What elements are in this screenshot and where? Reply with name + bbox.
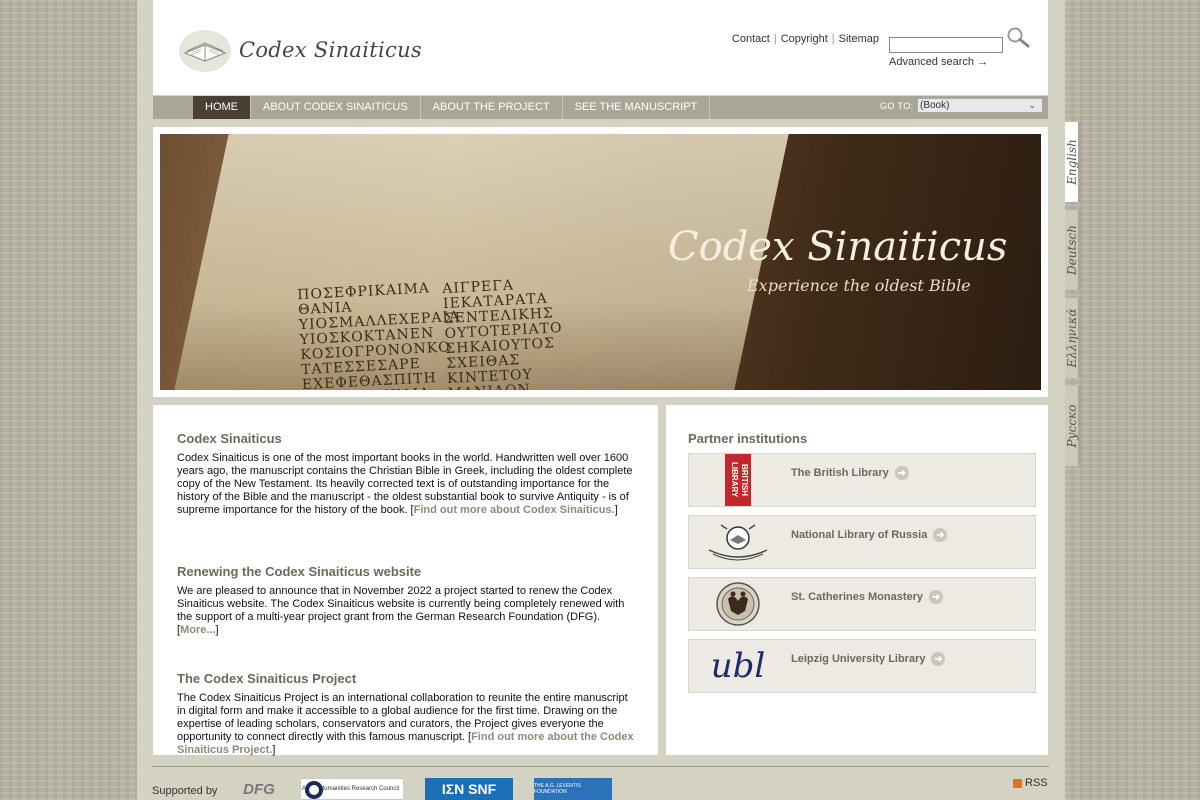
national-library-russia-logo bbox=[690, 517, 786, 567]
main-nav: HOME ABOUT CODEX SINAITICUS ABOUT THE PR… bbox=[153, 96, 1048, 119]
supported-by-label: Supported by bbox=[152, 785, 218, 797]
more-link[interactable]: More... bbox=[180, 624, 215, 636]
partner-name: National Library of Russia ➜ bbox=[791, 528, 948, 542]
arrow-right-icon: ➜ bbox=[933, 528, 948, 542]
partner-british-library[interactable]: BRITISH LIBRARY The British Library ➜ bbox=[688, 453, 1036, 507]
arrow-right-icon: ➜ bbox=[894, 466, 909, 480]
lang-label: English bbox=[1064, 139, 1079, 185]
goto-book-select[interactable]: (Book) ⌄ bbox=[917, 98, 1043, 113]
advanced-search-link[interactable]: Advanced search → bbox=[889, 56, 988, 68]
arrow-right-icon: → bbox=[977, 56, 989, 68]
header: Codex Sinaiticus Contact | Copyright | Sitem… bbox=[153, 0, 1048, 95]
banner-title: Codex Sinaiticus bbox=[668, 224, 1008, 270]
search-input[interactable] bbox=[889, 37, 1003, 53]
rss-label: RSS bbox=[1025, 777, 1048, 789]
greek-text-column: ΠΟΣΕΦΡΙΚΑΙΜΑ ΘΑΝΙΑ ΥΙΟΣΜΑΛΛΕΧΕΡΑΙΑ ΥΙΟΣΚΟΚΤ… bbox=[297, 280, 464, 390]
section-body: Codex Sinaiticus is one of the most impo… bbox=[177, 452, 633, 516]
arrow-right-icon: ➜ bbox=[929, 590, 944, 604]
goto-selected-value: (Book) bbox=[920, 100, 950, 111]
st-catherines-seal bbox=[690, 579, 786, 629]
partner-st-catherines[interactable]: St. Catherines Monastery ➜ bbox=[688, 577, 1036, 631]
greek-text-column: ΑΙΓΡΕΓΑ ΙΕΚΑΤΑΡΑΤΑ ΣΕΝΤΕΛΙΚΗΣ ΟΥΤΟΤΕΡΙΑΤΟ ΣΗ… bbox=[442, 276, 566, 390]
book-logo-icon bbox=[179, 30, 231, 72]
ubl-logo: ubl bbox=[710, 646, 766, 686]
logo-text: Codex Sinaiticus bbox=[239, 38, 422, 62]
nav-item-about-codex[interactable]: ABOUT CODEX SINAITICUS bbox=[251, 96, 421, 119]
snf-logo[interactable]: ΙΣΝ SNF bbox=[425, 778, 513, 800]
rss-link[interactable]: RSS bbox=[1013, 777, 1048, 789]
copyright-link[interactable]: Copyright bbox=[781, 33, 828, 45]
banner-frame: ΠΟΣΕΦΡΙΚΑΙΜΑ ΘΑΝΙΑ ΥΙΟΣΜΑΛΛΕΧΕΡΑΙΑ ΥΙΟΣΚΟΚΤ… bbox=[153, 127, 1048, 397]
arrow-right-icon: ➜ bbox=[931, 652, 946, 666]
hero-banner: ΠΟΣΕΦΡΙΚΑΙΜΑ ΘΑΝΙΑ ΥΙΟΣΜΑΛΛΕΧΕΡΑΙΑ ΥΙΟΣΚΟΚΤ… bbox=[160, 134, 1041, 390]
nav-item-home[interactable]: HOME bbox=[193, 96, 251, 119]
partner-national-library-russia[interactable]: National Library of Russia ➜ bbox=[688, 515, 1036, 569]
section-title: Renewing the Codex Sinaiticus website bbox=[177, 564, 422, 579]
goto-label: GO TO: bbox=[880, 101, 914, 111]
partners-title: Partner institutions bbox=[688, 431, 808, 446]
search-icon[interactable] bbox=[1005, 26, 1031, 50]
footer-divider bbox=[152, 766, 1049, 767]
banner-subtitle: Experience the oldest Bible bbox=[747, 276, 971, 295]
lang-tab-greek[interactable]: Ελληνικά bbox=[1065, 298, 1081, 378]
ahrc-logo[interactable]: Arts & Humanities Research Council bbox=[300, 778, 404, 800]
partner-leipzig[interactable]: ubl Leipzig University Library ➜ bbox=[688, 639, 1036, 693]
section-renewing: Renewing the Codex Sinaiticus website We… bbox=[177, 564, 635, 637]
site-logo[interactable]: Codex Sinaiticus bbox=[177, 27, 422, 73]
section-body: The Codex Sinaiticus Project is an inter… bbox=[177, 692, 634, 756]
section-body: We are pleased to announce that in Novem… bbox=[177, 585, 625, 636]
find-out-more-codex-link[interactable]: Find out more about Codex Sinaiticus. bbox=[414, 504, 615, 516]
library-emblem-icon bbox=[708, 524, 768, 561]
partner-name: Leipzig University Library ➜ bbox=[791, 652, 946, 666]
lang-label: Русско bbox=[1064, 404, 1079, 448]
sitemap-link[interactable]: Sitemap bbox=[839, 33, 879, 45]
nav-item-about-project[interactable]: ABOUT THE PROJECT bbox=[420, 96, 563, 119]
leventis-logo[interactable]: THE A.G. LEVENTIS FOUNDATION bbox=[534, 778, 612, 800]
link-separator: | bbox=[831, 33, 835, 45]
rss-icon bbox=[1013, 778, 1022, 788]
lang-tab-english[interactable]: English bbox=[1065, 122, 1081, 202]
partner-name: St. Catherines Monastery ➜ bbox=[791, 590, 944, 604]
lang-label: Ελληνικά bbox=[1064, 308, 1079, 368]
nav-item-see-manuscript[interactable]: SEE THE MANUSCRIPT bbox=[562, 96, 711, 119]
nav-items: HOME ABOUT CODEX SINAITICUS ABOUT THE PR… bbox=[193, 96, 711, 119]
link-separator: | bbox=[773, 33, 777, 45]
section-title: Codex Sinaiticus bbox=[177, 431, 282, 446]
top-links: Contact | Copyright | Sitemap bbox=[732, 33, 879, 45]
ahrc-circle-icon bbox=[305, 781, 323, 799]
lang-tab-deutsch[interactable]: Deutsch bbox=[1065, 210, 1081, 290]
section-project: The Codex Sinaiticus Project The Codex S… bbox=[177, 671, 635, 757]
eagle-seal-icon bbox=[716, 582, 760, 626]
partner-name: The British Library ➜ bbox=[791, 466, 909, 480]
section-title: The Codex Sinaiticus Project bbox=[177, 671, 357, 686]
contact-link[interactable]: Contact bbox=[732, 33, 770, 45]
news-panel: Codex Sinaiticus Codex Sinaiticus is one… bbox=[153, 405, 658, 757]
section-codex: Codex Sinaiticus Codex Sinaiticus is one… bbox=[177, 431, 635, 517]
chevron-down-icon: ⌄ bbox=[1028, 100, 1036, 110]
british-library-logo: BRITISH LIBRARY bbox=[690, 454, 786, 506]
dfg-logo[interactable]: DFG bbox=[238, 778, 280, 800]
lang-tab-russian[interactable]: Русско bbox=[1065, 386, 1081, 466]
advanced-search-label: Advanced search bbox=[889, 56, 974, 68]
lang-label: Deutsch bbox=[1064, 225, 1079, 275]
partners-panel: Partner institutions BRITISH LIBRARY The… bbox=[666, 405, 1048, 755]
